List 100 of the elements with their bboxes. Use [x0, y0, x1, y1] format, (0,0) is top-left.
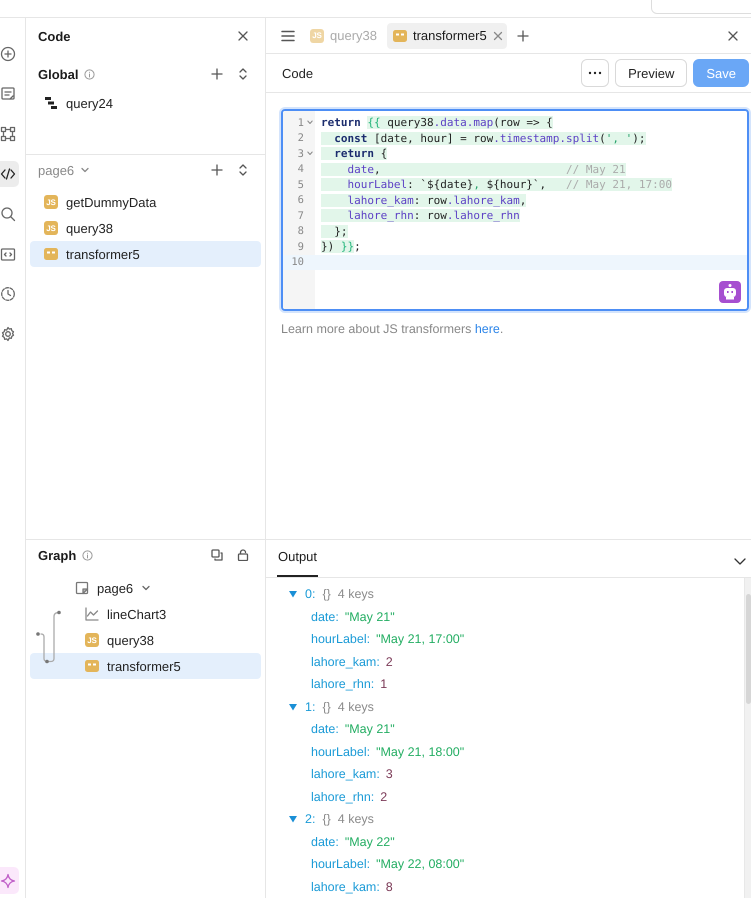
json-value: "May 21, 17:00" [376, 632, 464, 646]
json-value: 2 [386, 654, 393, 669]
json-value: "May 22" [344, 834, 395, 849]
plus-icon [211, 164, 223, 176]
json-value: 8 [386, 880, 393, 894]
code-line: return { [315, 146, 747, 162]
chevron-down-icon[interactable] [141, 583, 152, 593]
json-key: hourLabel: [311, 744, 370, 759]
type-label: {} [322, 812, 331, 826]
json-value: 2 [380, 790, 388, 804]
graph-node[interactable]: transformer5 [30, 653, 261, 679]
key-count: 4 keys [338, 812, 374, 826]
search-icon [0, 206, 16, 222]
fold-chevron-icon[interactable] [307, 120, 313, 126]
chevrons-icon [238, 67, 248, 81]
resource-item[interactable]: JS query38 [30, 215, 261, 241]
json-key: lahore_rhn: [311, 790, 374, 804]
js-badge-icon: JS [85, 633, 99, 647]
code-icon [0, 166, 16, 182]
info-icon [82, 550, 94, 560]
code-line: date, // May 21 [315, 162, 747, 177]
preview-button[interactable]: Preview [615, 59, 688, 87]
array-index: 1: [305, 700, 316, 714]
document-icon [0, 86, 16, 102]
json-value: 1 [380, 677, 388, 692]
resource-item[interactable]: JS getDummyData [30, 189, 261, 215]
settings-icon [0, 326, 16, 342]
code-line: }) }}; [320, 239, 362, 254]
code-line: }; [315, 224, 747, 239]
panel-title: Code [38, 28, 72, 44]
js-badge-icon: JS [310, 28, 324, 42]
line-number: 1 [296, 116, 304, 129]
editor-tab[interactable]: transformer5 [386, 22, 507, 48]
sparkle-icon [0, 872, 16, 888]
type-label: {} [322, 587, 331, 602]
json-key: lahore_kam: [311, 654, 380, 669]
expand-triangle-icon[interactable] [288, 589, 298, 600]
section-title: Code [282, 66, 314, 80]
lock-icon [237, 549, 249, 561]
scrollbar-thumb[interactable] [746, 594, 751, 704]
code-line: hourLabel: `${date}, ${hour}`, // May 21, 17:00 [315, 177, 747, 192]
chevrons-icon [238, 163, 248, 177]
code-line: lahore_kam: row.lahore_kam, [315, 192, 747, 208]
rail-button[interactable] [0, 161, 19, 187]
close-icon[interactable] [492, 30, 503, 40]
json-value: "May 21, 18:00" [376, 744, 464, 759]
docs-link[interactable]: here [474, 322, 500, 336]
json-key: lahore_kam: [311, 767, 380, 782]
resource-item[interactable]: transformer5 [30, 241, 261, 267]
json-key: date: [311, 834, 339, 849]
section-title: Graph [38, 548, 76, 562]
line-number: 8 [296, 225, 304, 238]
js-badge-icon: JS [44, 195, 58, 209]
json-value: "May 22, 08:00" [376, 857, 464, 872]
json-key: hourLabel: [311, 632, 370, 646]
menu-icon [281, 30, 295, 42]
code-line: const [date, hour] = row.timestamp.split(', '); [315, 130, 747, 146]
line-number: 3 [296, 148, 304, 160]
json-value: "May 21" [344, 722, 395, 736]
line-number: 10 [290, 256, 304, 268]
assistant-button[interactable] [0, 867, 19, 894]
plus-icon [211, 68, 223, 80]
line-chart-icon [85, 607, 99, 621]
line-number: 9 [296, 240, 304, 253]
page-icon [75, 581, 89, 595]
chevron-down-icon [80, 165, 90, 175]
expand-triangle-icon[interactable] [288, 702, 298, 712]
code-editor[interactable] [281, 109, 749, 311]
code-line: return {{ query38.data.map(row => { [320, 115, 554, 130]
graph-node[interactable]: JS query38 [30, 627, 261, 653]
assistant-robot-icon[interactable] [719, 281, 741, 303]
line-number: 7 [296, 210, 304, 222]
array-index: 0: [305, 587, 316, 602]
copy-icon [211, 549, 223, 561]
resource-item[interactable]: query24 [30, 90, 261, 116]
fold-chevron-icon[interactable] [307, 151, 313, 156]
info-icon [84, 68, 96, 80]
output-tab[interactable]: Output [277, 547, 318, 577]
type-label: {} [322, 700, 331, 714]
page-selector[interactable]: page6 [38, 162, 90, 178]
json-key: lahore_kam: [311, 880, 380, 894]
nodes-icon [0, 126, 16, 142]
transformer-icon [85, 659, 99, 673]
key-count: 4 keys [338, 587, 374, 602]
help-text: Learn more about JS transformers here. [281, 322, 504, 336]
graph-node[interactable]: page6 [30, 575, 261, 601]
code-line: lahore_rhn: row.lahore_rhn [315, 208, 747, 224]
graph-node[interactable]: lineChart3 [30, 601, 261, 627]
expand-triangle-icon[interactable] [288, 814, 298, 824]
plus-icon [516, 30, 529, 42]
json-key: hourLabel: [311, 857, 370, 872]
close-icon [727, 30, 739, 42]
history-icon [0, 286, 16, 302]
line-number: 6 [296, 194, 304, 206]
json-key: date: [311, 722, 339, 736]
json-value: "May 21" [344, 610, 395, 624]
workflow-icon [44, 96, 58, 110]
json-value: 3 [386, 767, 393, 782]
json-key: lahore_rhn: [311, 677, 374, 692]
add-circle-icon [0, 46, 16, 62]
